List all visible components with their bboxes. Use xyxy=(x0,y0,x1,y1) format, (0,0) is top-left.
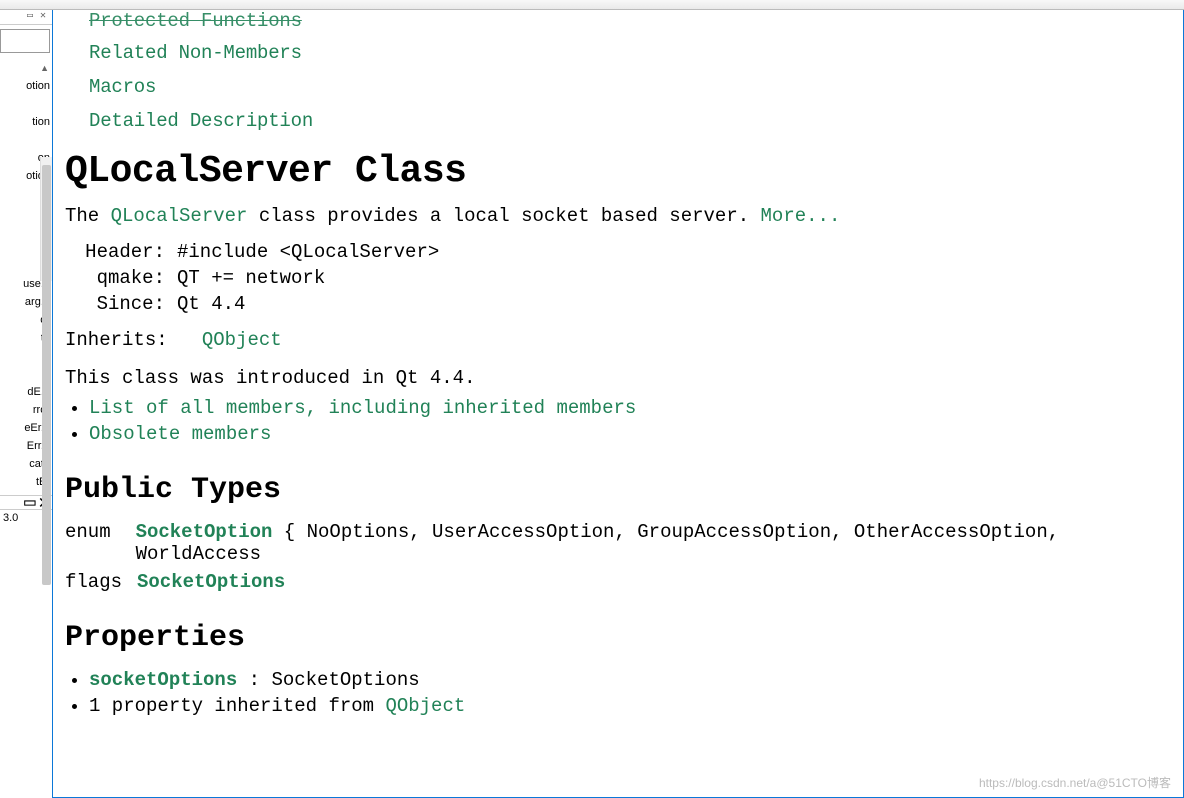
enum-key: enum xyxy=(65,521,136,565)
toc-detailed-description[interactable]: Detailed Description xyxy=(89,110,1175,132)
enum-values: { NoOptions, UserAccessOption, GroupAcce… xyxy=(136,521,1060,565)
properties-heading: Properties xyxy=(65,621,1175,655)
page-title: QLocalServer Class xyxy=(65,150,1175,193)
flags-name-link[interactable]: SocketOptions xyxy=(137,571,285,593)
sidebar: ▭ ✕ ▲ otion tion on otion e e r use... a… xyxy=(0,10,52,798)
watermark: https://blog.csdn.net/a@51CTO博客 xyxy=(979,774,1171,791)
property-inherited-link[interactable]: QObject xyxy=(385,695,465,717)
obsolete-members-link[interactable]: Obsolete members xyxy=(89,423,271,445)
scroll-up-icon[interactable]: ▲ xyxy=(40,63,49,73)
layout: ▭ ✕ ▲ otion tion on otion e e r use... a… xyxy=(0,10,1184,798)
info-header-val: #include <QLocalServer> xyxy=(177,241,439,263)
flags-val: SocketOptions xyxy=(137,571,285,593)
member-links-list: List of all members, including inherited… xyxy=(67,397,1175,445)
flags-key: flags xyxy=(65,571,137,593)
class-summary: The QLocalServer class provides a local … xyxy=(65,205,1175,227)
info-header-key: Header: xyxy=(77,241,177,263)
property-inherited-pre: 1 property inherited from xyxy=(89,695,385,717)
property-inherited-item: 1 property inherited from QObject xyxy=(89,695,1175,717)
all-members-link[interactable]: List of all members, including inherited… xyxy=(89,397,636,419)
nav-item[interactable]: otion xyxy=(0,77,52,95)
summary-class-link[interactable]: QLocalServer xyxy=(111,205,248,227)
close-icon[interactable]: ✕ xyxy=(40,12,50,22)
main-content: Protected Functions Related Non-Members … xyxy=(52,10,1184,798)
sidebar-panel-header: ▭ ✕ xyxy=(0,10,52,25)
info-since-val: Qt 4.4 xyxy=(177,293,245,315)
enum-name-link[interactable]: SocketOption xyxy=(136,521,273,543)
property-type: : SocketOptions xyxy=(237,669,419,691)
nav-item[interactable]: tion xyxy=(0,113,52,131)
introduced-note: This class was introduced in Qt 4.4. xyxy=(65,367,1175,389)
nav-gap xyxy=(0,95,52,113)
info-since-key: Since: xyxy=(77,293,177,315)
public-types-table: enum SocketOption { NoOptions, UserAcces… xyxy=(65,521,1175,593)
toc-related-non-members[interactable]: Related Non-Members xyxy=(89,42,1175,64)
properties-list: socketOptions : SocketOptions 1 property… xyxy=(67,669,1175,717)
sidebar-search-input[interactable] xyxy=(0,29,50,53)
sidebar-scrollbar[interactable] xyxy=(40,157,52,281)
inherits-link[interactable]: QObject xyxy=(202,329,282,351)
inherits-label: Inherits: xyxy=(65,329,168,351)
undock-icon[interactable]: ▭ xyxy=(27,12,37,22)
info-qmake-val: QT += network xyxy=(177,267,325,289)
toc-macros[interactable]: Macros xyxy=(89,76,1175,98)
enum-val: SocketOption { NoOptions, UserAccessOpti… xyxy=(136,521,1175,565)
toolbar xyxy=(0,0,1184,10)
public-types-heading: Public Types xyxy=(65,473,1175,507)
info-qmake-key: qmake: xyxy=(77,267,177,289)
inherits-row: Inherits: QObject xyxy=(65,329,1175,351)
summary-more-link[interactable]: More... xyxy=(761,205,841,227)
summary-pre: The xyxy=(65,205,111,227)
scrollbar-thumb[interactable] xyxy=(42,165,51,585)
property-name-link[interactable]: socketOptions xyxy=(89,669,237,691)
nav-gap xyxy=(0,131,52,149)
toc-protected-functions[interactable]: Protected Functions xyxy=(89,10,1175,32)
summary-post: class provides a local socket based serv… xyxy=(259,205,761,227)
undock-icon[interactable]: ▭ xyxy=(24,491,35,514)
table-of-contents: Protected Functions Related Non-Members … xyxy=(65,10,1175,132)
property-item: socketOptions : SocketOptions xyxy=(89,669,1175,691)
info-table: Header: #include <QLocalServer> qmake: Q… xyxy=(77,241,1175,315)
